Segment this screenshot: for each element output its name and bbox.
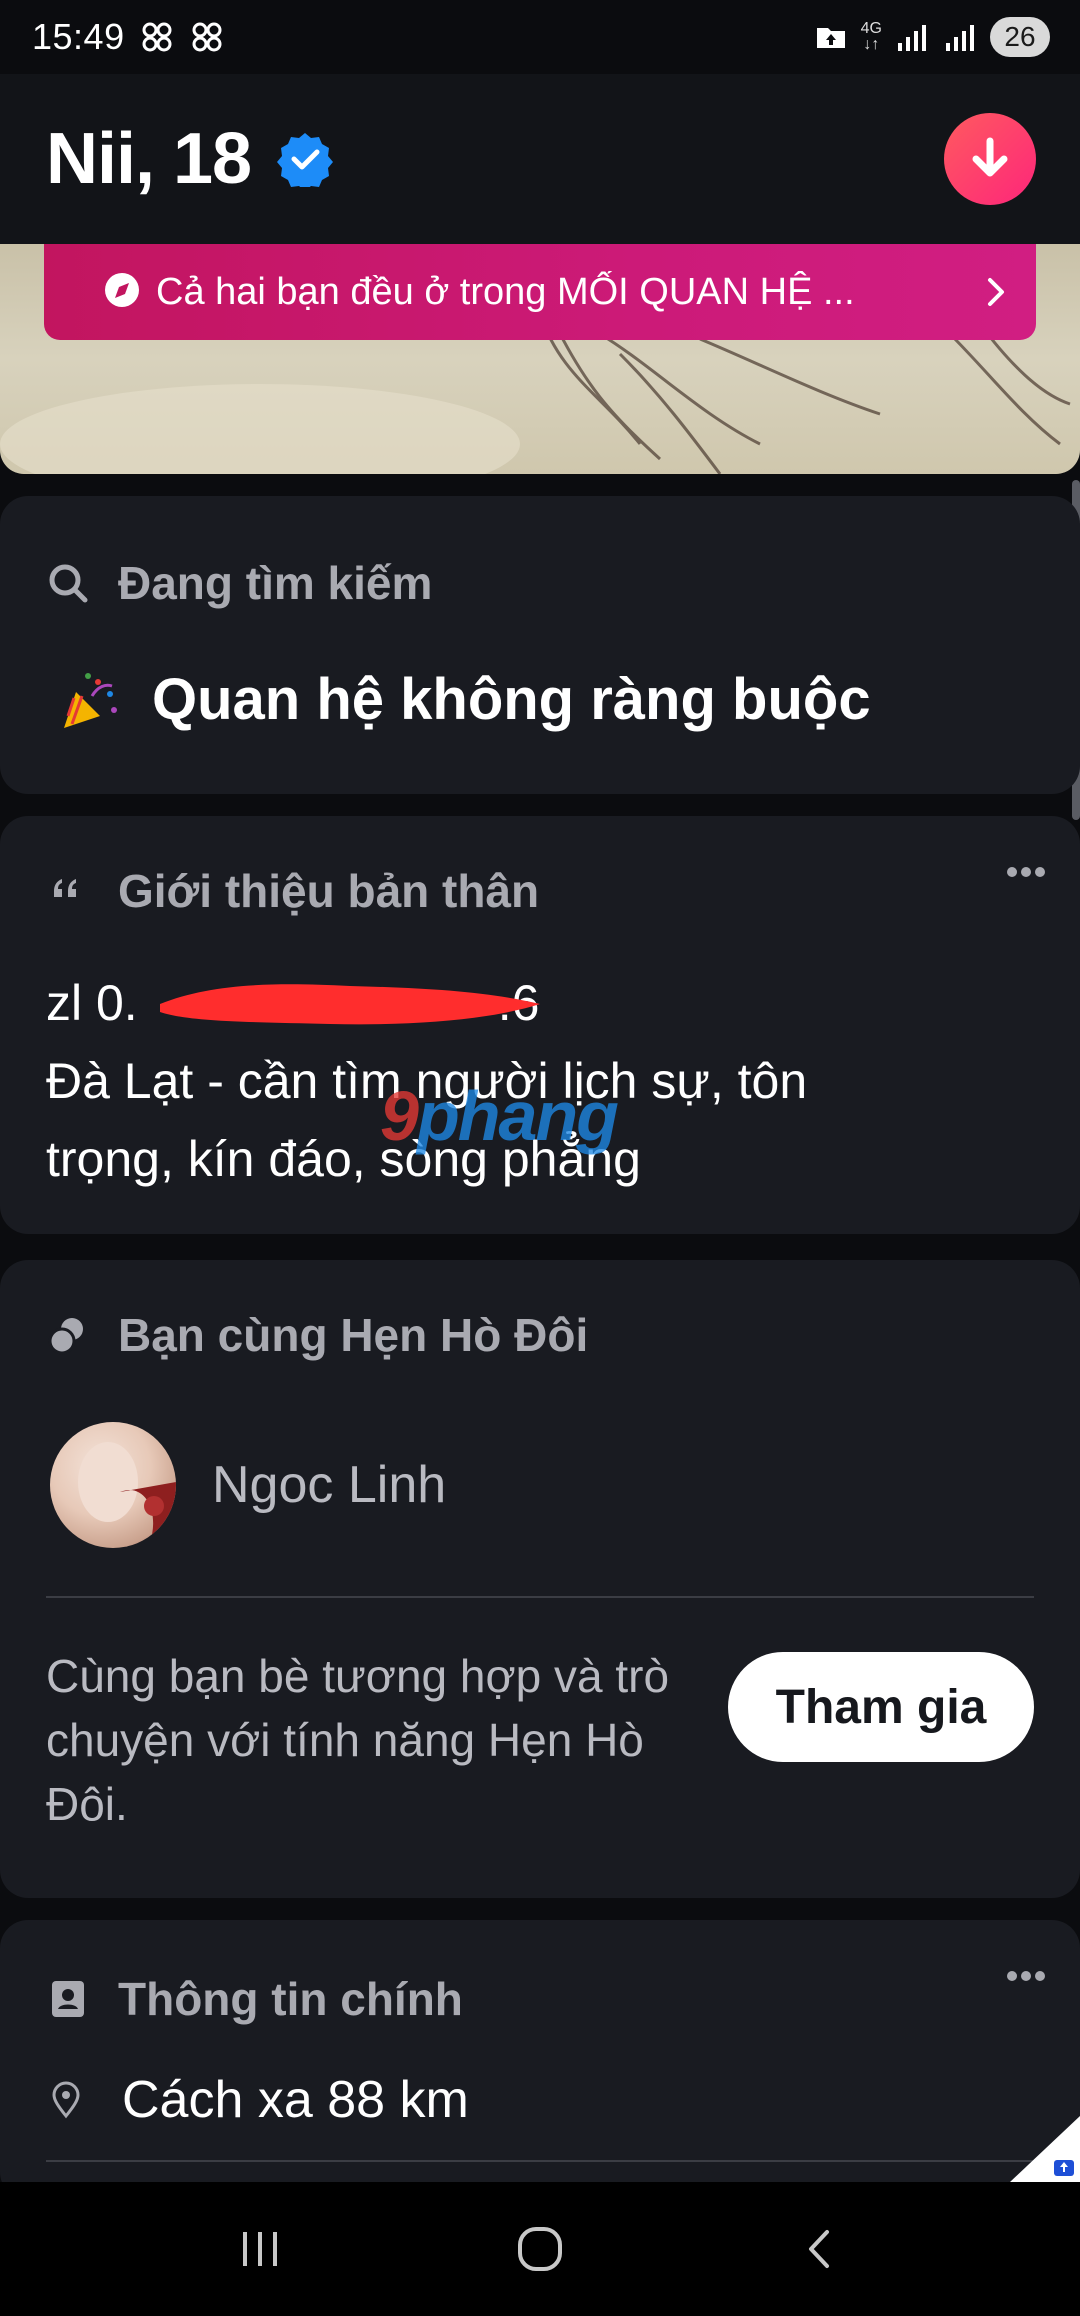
pinwheel-icon: [192, 22, 222, 52]
profile-header: Nii, 18: [0, 74, 1080, 244]
verified-check-icon: [277, 133, 334, 187]
back-icon: [809, 2230, 829, 2268]
party-popper-icon: [64, 672, 117, 728]
watermark-logo: 9phang: [380, 1077, 619, 1155]
double-date-description: Cùng bạn bè tương hợp và trò chuyện với …: [46, 1650, 670, 1830]
bio-card: Giới thiệu bản thân zl 0..6 Đà Lạt - cần…: [0, 816, 1080, 1234]
relationship-banner[interactable]: Cả hai bạn đều ở trong MỐI QUAN HỆ ...: [44, 244, 1036, 340]
friend-item[interactable]: Ngoc Linh: [50, 1422, 446, 1548]
friend-name: Ngoc Linh: [212, 1456, 447, 1514]
recent-apps-button[interactable]: [215, 2204, 305, 2294]
more-dots-icon[interactable]: [1006, 866, 1046, 878]
quote-icon: [54, 879, 76, 897]
id-card-icon: [52, 1981, 84, 2017]
distance-text: Cách xa 88 km: [122, 2071, 469, 2129]
collapse-profile-button[interactable]: [944, 113, 1036, 205]
divider: [46, 1596, 1034, 1598]
banner-text: Cả hai bạn đều ở trong MỐI QUAN HỆ ...: [156, 270, 855, 313]
join-button[interactable]: Tham gia: [728, 1652, 1034, 1762]
main-info-card: Thông tin chính Cách xa 88 km: [0, 1920, 1080, 2200]
signal-icon: [946, 25, 974, 51]
signal-icon: [898, 25, 926, 51]
double-date-card: Bạn cùng Hẹn Hò Đôi Ngoc Linh Cùng bạn b…: [0, 1260, 1080, 1898]
double-date-title: Bạn cùng Hẹn Hò Đôi: [118, 1309, 589, 1361]
home-button[interactable]: [495, 2204, 585, 2294]
profile-name-age: Nii, 18: [46, 119, 252, 199]
bio-line-1: zl 0.: [46, 975, 138, 1031]
double-date-icon: [48, 1318, 83, 1355]
profile-photo: Cả hai bạn đều ở trong MỐI QUAN HỆ ...: [0, 244, 1080, 474]
avatar: [50, 1422, 176, 1548]
more-dots-icon[interactable]: [1006, 1970, 1046, 1982]
looking-for-value: Quan hệ không ràng buộc: [152, 667, 871, 732]
recent-apps-icon: [243, 2232, 277, 2266]
home-icon: [518, 2227, 562, 2271]
looking-for-title: Đang tìm kiếm: [118, 557, 433, 609]
divider: [46, 2160, 1034, 2162]
pinwheel-icon: [142, 22, 172, 52]
chevron-right-icon: [988, 278, 1004, 306]
network-4g-indicator: 4G ↓↑: [860, 20, 882, 53]
back-button[interactable]: [775, 2204, 865, 2294]
status-time: 15:49: [32, 16, 125, 57]
arrow-down-icon: [972, 137, 1008, 177]
corner-badge-icon[interactable]: [1010, 2116, 1080, 2182]
looking-for-card: Đang tìm kiếm Quan hệ không ràng buộc: [0, 496, 1080, 794]
main-info-title: Thông tin chính: [118, 1973, 463, 2025]
bio-title: Giới thiệu bản thân: [118, 865, 540, 917]
battery-indicator: 26: [990, 17, 1050, 57]
folder-upload-icon: [816, 28, 845, 48]
status-bar: 15:49 4G ↓↑ 26: [0, 0, 1080, 74]
search-icon: [49, 564, 88, 603]
system-nav-bar: [0, 2182, 1080, 2316]
compass-icon: [105, 273, 139, 307]
redaction-scribble: [160, 984, 540, 1025]
location-pin-icon: [52, 2081, 80, 2119]
